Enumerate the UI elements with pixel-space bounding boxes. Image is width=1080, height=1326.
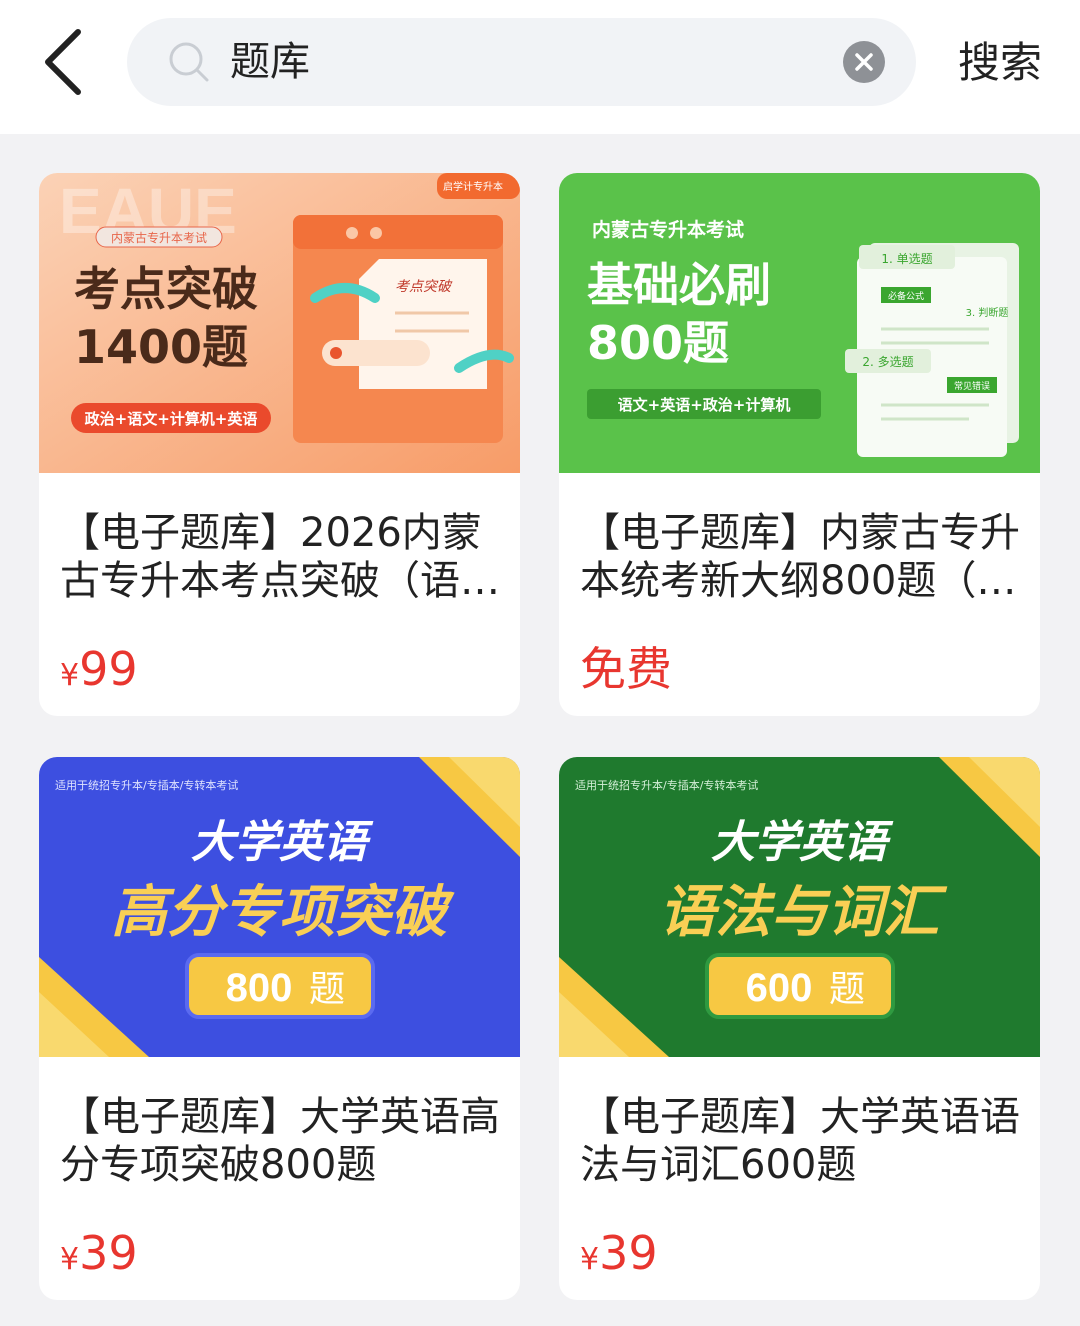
- back-button[interactable]: [36, 26, 96, 98]
- product-card[interactable]: EAUE 启学计专升本 内蒙古专升本考试 考点突破 1400题 政治+语文+计算…: [39, 173, 520, 716]
- cover-tag: 3. 判断题: [966, 306, 1009, 319]
- product-card[interactable]: 内蒙古专升本考试 基础必刷 800题 语文+英语+政治+计算机 1. 单选题 必…: [559, 173, 1040, 716]
- price-value: 39: [79, 1226, 138, 1280]
- cover-subjects: 语文+英语+政治+计算机: [618, 396, 791, 414]
- currency-symbol: ¥: [60, 1242, 80, 1277]
- currency-symbol: ¥: [580, 1242, 600, 1277]
- product-price: ¥39: [580, 1223, 658, 1283]
- product-cover-image: EAUE 启学计专升本 内蒙古专升本考试 考点突破 1400题 政治+语文+计算…: [39, 173, 520, 473]
- product-price: 免费: [580, 642, 672, 696]
- product-cover-image: 适用于统招专升本/专插本/专转本考试 大学英语 高分专项突破 800 题: [39, 757, 520, 1057]
- cover-note: 适用于统招专升本/专插本/专转本考试: [55, 778, 238, 792]
- product-card[interactable]: 适用于统招专升本/专插本/专转本考试 大学英语 语法与词汇 600 题 【电子题…: [559, 757, 1040, 1300]
- product-price: ¥99: [60, 639, 138, 699]
- cover-line1: 考点突破: [74, 262, 258, 316]
- cover-line1: 大学英语: [711, 817, 894, 868]
- cover-badge: 内蒙古专升本考试: [592, 218, 744, 241]
- product-cover-image: 内蒙古专升本考试 基础必刷 800题 语文+英语+政治+计算机 1. 单选题 必…: [559, 173, 1040, 473]
- cover-tag: 常见错误: [954, 380, 990, 392]
- price-value: 39: [599, 1226, 658, 1280]
- cover-line2: 800题: [587, 316, 729, 370]
- product-price: ¥39: [60, 1223, 138, 1283]
- currency-symbol: ¥: [60, 658, 80, 693]
- search-icon: [169, 42, 209, 82]
- clear-icon[interactable]: [842, 40, 886, 84]
- cover-count: 600: [746, 966, 813, 1010]
- search-input[interactable]: 题库: [230, 18, 310, 106]
- cover-badge: 内蒙古专升本考试: [111, 230, 207, 245]
- product-cover-image: 适用于统招专升本/专插本/专转本考试 大学英语 语法与词汇 600 题: [559, 757, 1040, 1057]
- top-bar: 题库 搜索: [0, 0, 1080, 134]
- price-value: 99: [79, 642, 138, 696]
- product-card[interactable]: 适用于统招专升本/专插本/专转本考试 大学英语 高分专项突破 800 题 【电子…: [39, 757, 520, 1300]
- product-title: 【电子题库】大学英语语法与词汇600题: [580, 1094, 1020, 1188]
- cover-line2: 高分专项突破: [111, 880, 455, 945]
- cover-unit: 题: [829, 969, 865, 1010]
- search-field[interactable]: 题库: [127, 18, 916, 106]
- back-arrow-icon: [45, 29, 81, 95]
- cover-line2: 1400题: [74, 320, 248, 374]
- cover-line2: 语法与词汇: [659, 880, 948, 945]
- search-button[interactable]: 搜索: [958, 30, 1042, 96]
- cover-note: 适用于统招专升本/专插本/专转本考试: [575, 778, 758, 792]
- cover-tag: 2. 多选题: [862, 355, 913, 369]
- cover-unit: 题: [309, 969, 345, 1010]
- product-title: 【电子题库】内蒙古专升本统考新大纲800题（语文+英语+政治+计算机）: [580, 510, 1020, 604]
- product-title: 【电子题库】大学英语高分专项突破800题: [60, 1094, 500, 1188]
- cover-tag: 1. 单选题: [881, 252, 932, 266]
- cover-logo: 启学计专升本: [443, 180, 503, 193]
- cover-line1: 大学英语: [191, 817, 374, 868]
- cover-paper-text: 考点突破: [395, 279, 453, 295]
- cover-count: 800: [226, 966, 293, 1010]
- product-title: 【电子题库】2026内蒙古专升本考点突破（语文+英语+政治+计算机）: [60, 510, 500, 604]
- cover-subjects: 政治+语文+计算机+英语: [85, 410, 258, 428]
- cover-tag: 必备公式: [888, 290, 924, 302]
- cover-line1: 基础必刷: [587, 258, 771, 312]
